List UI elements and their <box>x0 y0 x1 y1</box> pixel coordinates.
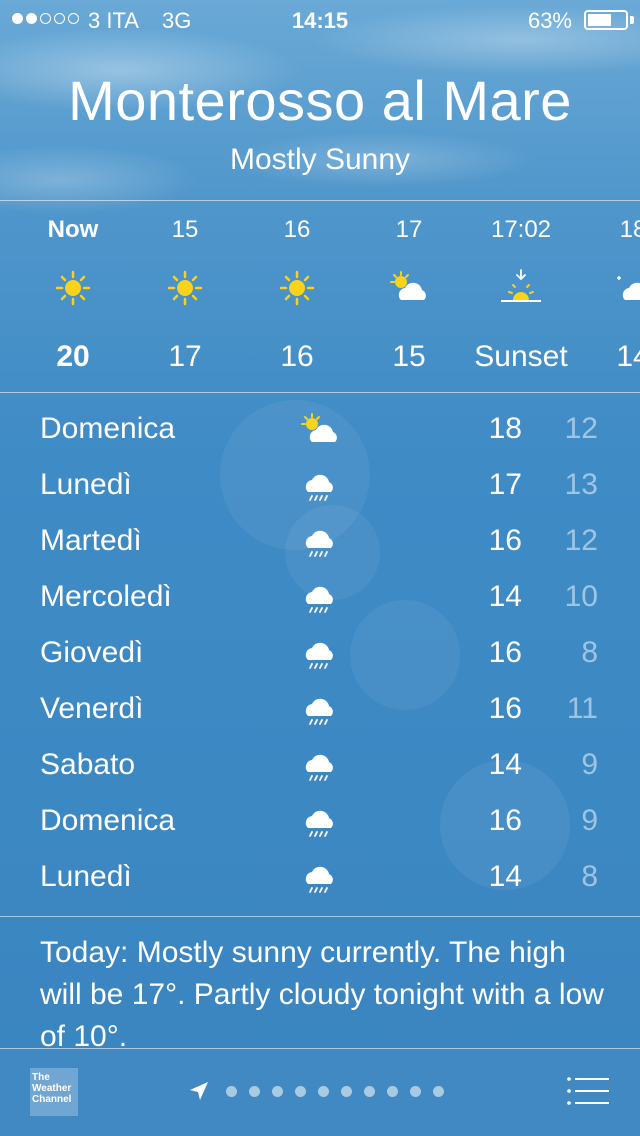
hourly-forecast[interactable]: Now 20 15 17 16 16 17 15 17:02 Sunset 18… <box>0 202 640 392</box>
partly-cloudy-icon <box>617 276 640 300</box>
day-low: 8 <box>581 860 598 893</box>
sun-icon <box>167 270 203 306</box>
battery-icon <box>584 10 628 30</box>
sun-icon <box>279 270 315 306</box>
hour-temp: 14 <box>616 340 640 373</box>
page-dot <box>295 1086 306 1097</box>
hour-item: 17:02 Sunset <box>465 202 577 392</box>
hour-time: 17 <box>395 216 423 243</box>
day-low: 11 <box>566 692 598 725</box>
day-low: 12 <box>564 524 598 557</box>
page-dot <box>410 1086 421 1097</box>
page-dot <box>341 1086 352 1097</box>
list-icon[interactable] <box>566 1076 610 1106</box>
list-item: Giovedì 16 8 <box>0 626 640 682</box>
rain-cloud-icon <box>305 754 333 781</box>
day-high: 14 <box>488 580 522 613</box>
partly-cloudy-icon <box>390 271 426 300</box>
hour-time: 15 <box>171 216 199 243</box>
page-dot <box>226 1086 237 1097</box>
day-high: 14 <box>488 860 522 893</box>
rain-cloud-icon <box>305 530 333 557</box>
rain-cloud-icon <box>305 866 333 893</box>
location-arrow-icon[interactable] <box>188 1080 210 1102</box>
rain-cloud-icon <box>305 698 333 725</box>
hour-temp: 20 <box>56 340 90 373</box>
hour-time: 16 <box>283 216 311 243</box>
weather-channel-logo[interactable]: The Weather Channel <box>30 1068 78 1116</box>
hour-item: 15 17 <box>129 202 241 392</box>
page-dot <box>272 1086 283 1097</box>
list-item: Mercoledì 14 10 <box>0 570 640 626</box>
list-item: Domenica 16 9 <box>0 794 640 850</box>
day-high: 16 <box>488 692 522 725</box>
day-name: Giovedì <box>40 636 144 669</box>
list-item: Domenica 18 12 <box>0 402 640 458</box>
page-dot <box>318 1086 329 1097</box>
page-indicator[interactable] <box>226 1086 444 1097</box>
day-name: Lunedì <box>40 860 132 893</box>
list-item: Lunedì 17 13 <box>0 458 640 514</box>
day-high: 18 <box>488 412 522 445</box>
bottom-toolbar: The Weather Channel <box>0 1048 640 1136</box>
day-low: 13 <box>564 468 598 501</box>
forecast-summary: Today: Mostly sunny currently. The high … <box>40 936 604 1048</box>
day-name: Lunedì <box>40 468 132 501</box>
hour-temp: 17 <box>168 340 202 373</box>
rain-cloud-icon <box>305 586 333 613</box>
list-item: Martedì 16 12 <box>0 514 640 570</box>
page-dot <box>433 1086 444 1097</box>
sun-icon <box>55 270 91 306</box>
day-low: 10 <box>564 580 598 613</box>
rain-cloud-icon <box>305 474 333 501</box>
day-high: 16 <box>488 636 522 669</box>
hour-time: 18 <box>619 216 640 243</box>
day-high: 14 <box>488 748 522 781</box>
battery-percent: 63% <box>527 8 572 33</box>
day-high: 17 <box>488 468 522 501</box>
rain-cloud-icon <box>305 642 333 669</box>
list-item: Lunedì 14 8 <box>0 850 640 906</box>
current-condition: Mostly Sunny <box>229 143 411 176</box>
page-dot <box>387 1086 398 1097</box>
day-low: 9 <box>581 804 598 837</box>
sunset-label: Sunset <box>474 340 568 373</box>
hour-time: Now <box>47 216 99 243</box>
rain-cloud-icon <box>305 810 333 837</box>
divider <box>0 392 640 393</box>
hour-item: 18 14 <box>577 202 640 392</box>
list-item: Venerdì 16 11 <box>0 682 640 738</box>
divider <box>0 916 640 917</box>
page-dot <box>364 1086 375 1097</box>
hour-item: 16 16 <box>241 202 353 392</box>
sunset-icon <box>501 269 541 302</box>
day-name: Sabato <box>40 748 136 781</box>
day-name: Domenica <box>40 804 176 837</box>
divider <box>0 200 640 201</box>
hour-temp: 16 <box>280 340 314 373</box>
day-name: Domenica <box>40 412 176 445</box>
day-low: 8 <box>581 636 598 669</box>
hour-time: 17:02 <box>490 216 552 243</box>
day-high: 16 <box>488 524 522 557</box>
day-name: Martedì <box>40 524 142 557</box>
day-low: 9 <box>581 748 598 781</box>
hour-item: Now 20 <box>17 202 129 392</box>
divider <box>0 1048 640 1049</box>
page-dot <box>249 1086 260 1097</box>
day-name: Mercoledì <box>40 580 172 613</box>
status-bar: 3 ITA 3G 14:15 63% <box>0 0 640 40</box>
day-name: Venerdì <box>40 692 144 725</box>
day-low: 12 <box>564 412 598 445</box>
day-high: 16 <box>488 804 522 837</box>
partly-cloudy-icon <box>301 413 337 442</box>
battery-cap <box>630 16 634 24</box>
hour-temp: 15 <box>392 340 426 373</box>
city-name: Monterosso al Mare <box>68 69 572 132</box>
hour-item: 17 15 <box>353 202 465 392</box>
list-item: Sabato 14 9 <box>0 738 640 794</box>
